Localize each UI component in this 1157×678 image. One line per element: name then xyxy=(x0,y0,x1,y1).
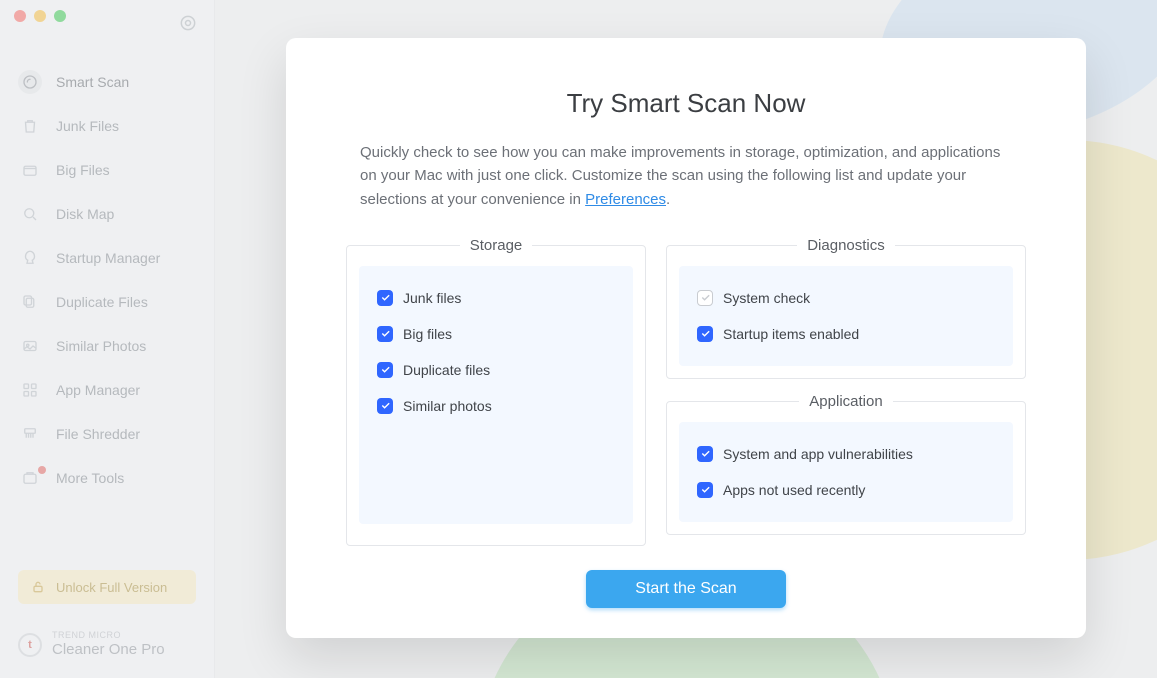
checkbox-icon xyxy=(377,362,393,378)
group-diagnostics-legend: Diagnostics xyxy=(797,237,895,254)
checkbox-icon xyxy=(697,290,713,306)
check-similar-photos[interactable]: Similar photos xyxy=(373,388,619,424)
modal-description: Quickly check to see how you can make im… xyxy=(360,141,1012,211)
check-big-files[interactable]: Big files xyxy=(373,316,619,352)
check-label: Big files xyxy=(403,326,452,342)
check-label: Similar photos xyxy=(403,398,492,414)
check-label: Duplicate files xyxy=(403,362,490,378)
group-storage-legend: Storage xyxy=(460,237,533,254)
group-application: Application System and app vulnerabiliti… xyxy=(666,393,1026,535)
check-junk-files[interactable]: Junk files xyxy=(373,280,619,316)
check-duplicate-files[interactable]: Duplicate files xyxy=(373,352,619,388)
check-vulnerabilities[interactable]: System and app vulnerabilities xyxy=(693,436,999,472)
check-startup-items[interactable]: Startup items enabled xyxy=(693,316,999,352)
modal-title: Try Smart Scan Now xyxy=(346,88,1026,119)
check-label: System and app vulnerabilities xyxy=(723,446,913,462)
check-label: System check xyxy=(723,290,810,306)
group-storage: Storage Junk files Big files Duplicate f… xyxy=(346,237,646,546)
checkbox-icon xyxy=(377,326,393,342)
checkbox-icon xyxy=(377,398,393,414)
check-label: Junk files xyxy=(403,290,461,306)
modal-desc-suffix: . xyxy=(666,191,670,208)
group-application-legend: Application xyxy=(799,393,892,410)
checkbox-icon xyxy=(697,446,713,462)
checkbox-icon xyxy=(697,326,713,342)
start-scan-button[interactable]: Start the Scan xyxy=(586,570,786,608)
smart-scan-modal: Try Smart Scan Now Quickly check to see … xyxy=(286,38,1086,638)
check-label: Startup items enabled xyxy=(723,326,859,342)
group-diagnostics: Diagnostics System check Startup items e… xyxy=(666,237,1026,379)
check-apps-unused[interactable]: Apps not used recently xyxy=(693,472,999,508)
preferences-link[interactable]: Preferences xyxy=(585,191,666,208)
modal-desc-text: Quickly check to see how you can make im… xyxy=(360,144,1000,208)
check-label: Apps not used recently xyxy=(723,482,865,498)
check-system-check[interactable]: System check xyxy=(693,280,999,316)
checkbox-icon xyxy=(377,290,393,306)
checkbox-icon xyxy=(697,482,713,498)
scan-groups: Storage Junk files Big files Duplicate f… xyxy=(346,237,1026,546)
